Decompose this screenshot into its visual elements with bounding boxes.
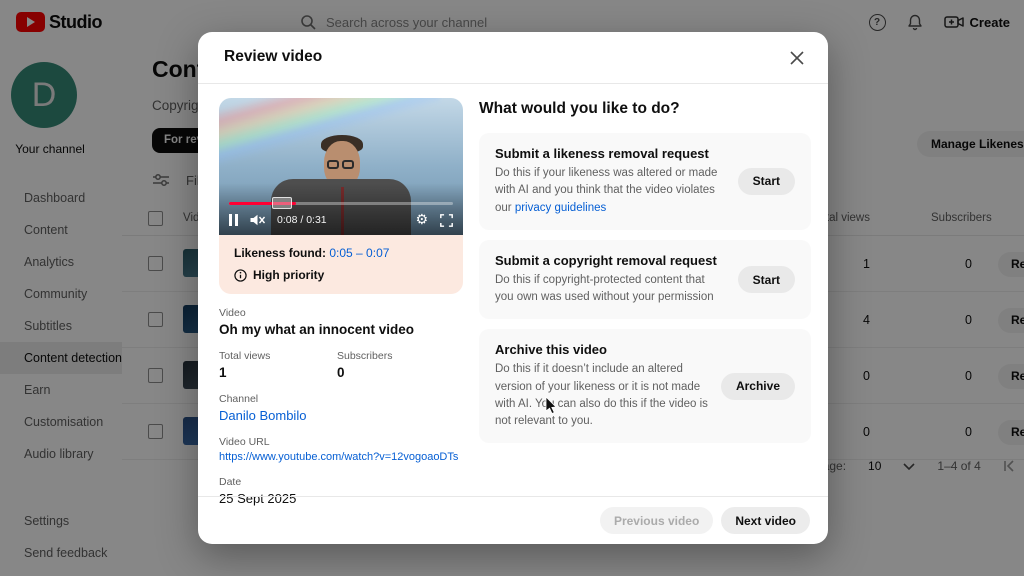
video-details-column: 0:08 / 0:31 ⚙ Likeness found: 0:05 – 0:0… — [219, 98, 463, 506]
likeness-segment-marker[interactable] — [271, 197, 292, 209]
actions-column: What would you like to do? Submit a like… — [479, 96, 811, 453]
likeness-removal-option-card: Submit a likeness removal request Do thi… — [479, 133, 811, 230]
modal-header: Review video — [198, 32, 828, 84]
player-time: 0:08 / 0:31 — [277, 214, 327, 226]
start-copyright-request-button[interactable]: Start — [737, 266, 795, 293]
option-title: Submit a copyright removal request — [495, 252, 717, 268]
previous-video-button[interactable]: Previous video — [599, 507, 714, 534]
review-video-modal: Review video 0:08 / 0:31 ⚙ Likeness foun… — [198, 32, 828, 544]
player-controls: 0:08 / 0:31 ⚙ — [229, 211, 453, 229]
archive-video-option-card: Archive this video Do this if it doesn’t… — [479, 329, 811, 444]
archive-video-button[interactable]: Archive — [720, 372, 795, 400]
start-likeness-request-button[interactable]: Start — [737, 167, 795, 195]
muted-volume-icon[interactable] — [249, 213, 266, 227]
player-timeline[interactable] — [229, 197, 453, 209]
option-title: Archive this video — [495, 342, 607, 358]
pause-icon[interactable] — [229, 214, 238, 226]
total-views-label: Total views — [219, 350, 271, 362]
channel-link[interactable]: Danilo Bombilo — [219, 408, 463, 423]
likeness-found-banner: Likeness found: 0:05 – 0:07 High priorit… — [219, 235, 463, 294]
subscribers-value: 0 — [337, 365, 345, 380]
copyright-removal-option-card: Submit a copyright removal request Do th… — [479, 239, 811, 320]
total-views-value: 1 — [219, 365, 227, 380]
subscribers-label: Subscribers — [337, 350, 393, 362]
priority-badge: High priority — [253, 268, 325, 282]
option-description: Do this if copyright-protected content t… — [495, 273, 714, 303]
screen: Studio ? Create — [0, 0, 1024, 576]
modal-footer: Previous video Next video — [198, 496, 828, 544]
video-stats-group: Total views 1 Subscribers 0 — [219, 350, 463, 380]
modal-title: Review video — [224, 48, 323, 65]
video-label: Video — [219, 307, 246, 319]
channel-group: Channel Danilo Bombilo — [219, 393, 463, 423]
video-url-link[interactable]: https://www.youtube.com/watch?v=12vogoao… — [219, 451, 463, 463]
video-title: Oh my what an innocent video — [219, 322, 415, 337]
question-heading: What would you like to do? — [479, 100, 680, 117]
video-url-group: Video URL https://www.youtube.com/watch?… — [219, 436, 463, 463]
close-icon[interactable] — [786, 47, 808, 69]
video-player[interactable]: 0:08 / 0:31 ⚙ — [219, 98, 463, 235]
likeness-timestamp-link[interactable]: 0:05 – 0:07 — [329, 246, 389, 260]
info-icon — [234, 268, 247, 282]
option-title: Submit a likeness removal request — [495, 146, 709, 161]
likeness-found-label: Likeness found: — [234, 246, 327, 260]
settings-gear-icon[interactable]: ⚙ — [415, 213, 428, 227]
next-video-button[interactable]: Next video — [721, 507, 810, 534]
privacy-guidelines-link[interactable]: privacy guidelines — [515, 202, 606, 214]
date-label: Date — [219, 476, 242, 488]
option-description: Do this if your likeness was altered or … — [495, 167, 718, 214]
video-title-group: Video Oh my what an innocent video — [219, 307, 463, 337]
fullscreen-icon[interactable] — [440, 213, 453, 227]
video-url-label: Video URL — [219, 436, 270, 448]
option-description: Do this if it doesn’t include an altered… — [495, 363, 708, 427]
channel-label: Channel — [219, 393, 259, 405]
